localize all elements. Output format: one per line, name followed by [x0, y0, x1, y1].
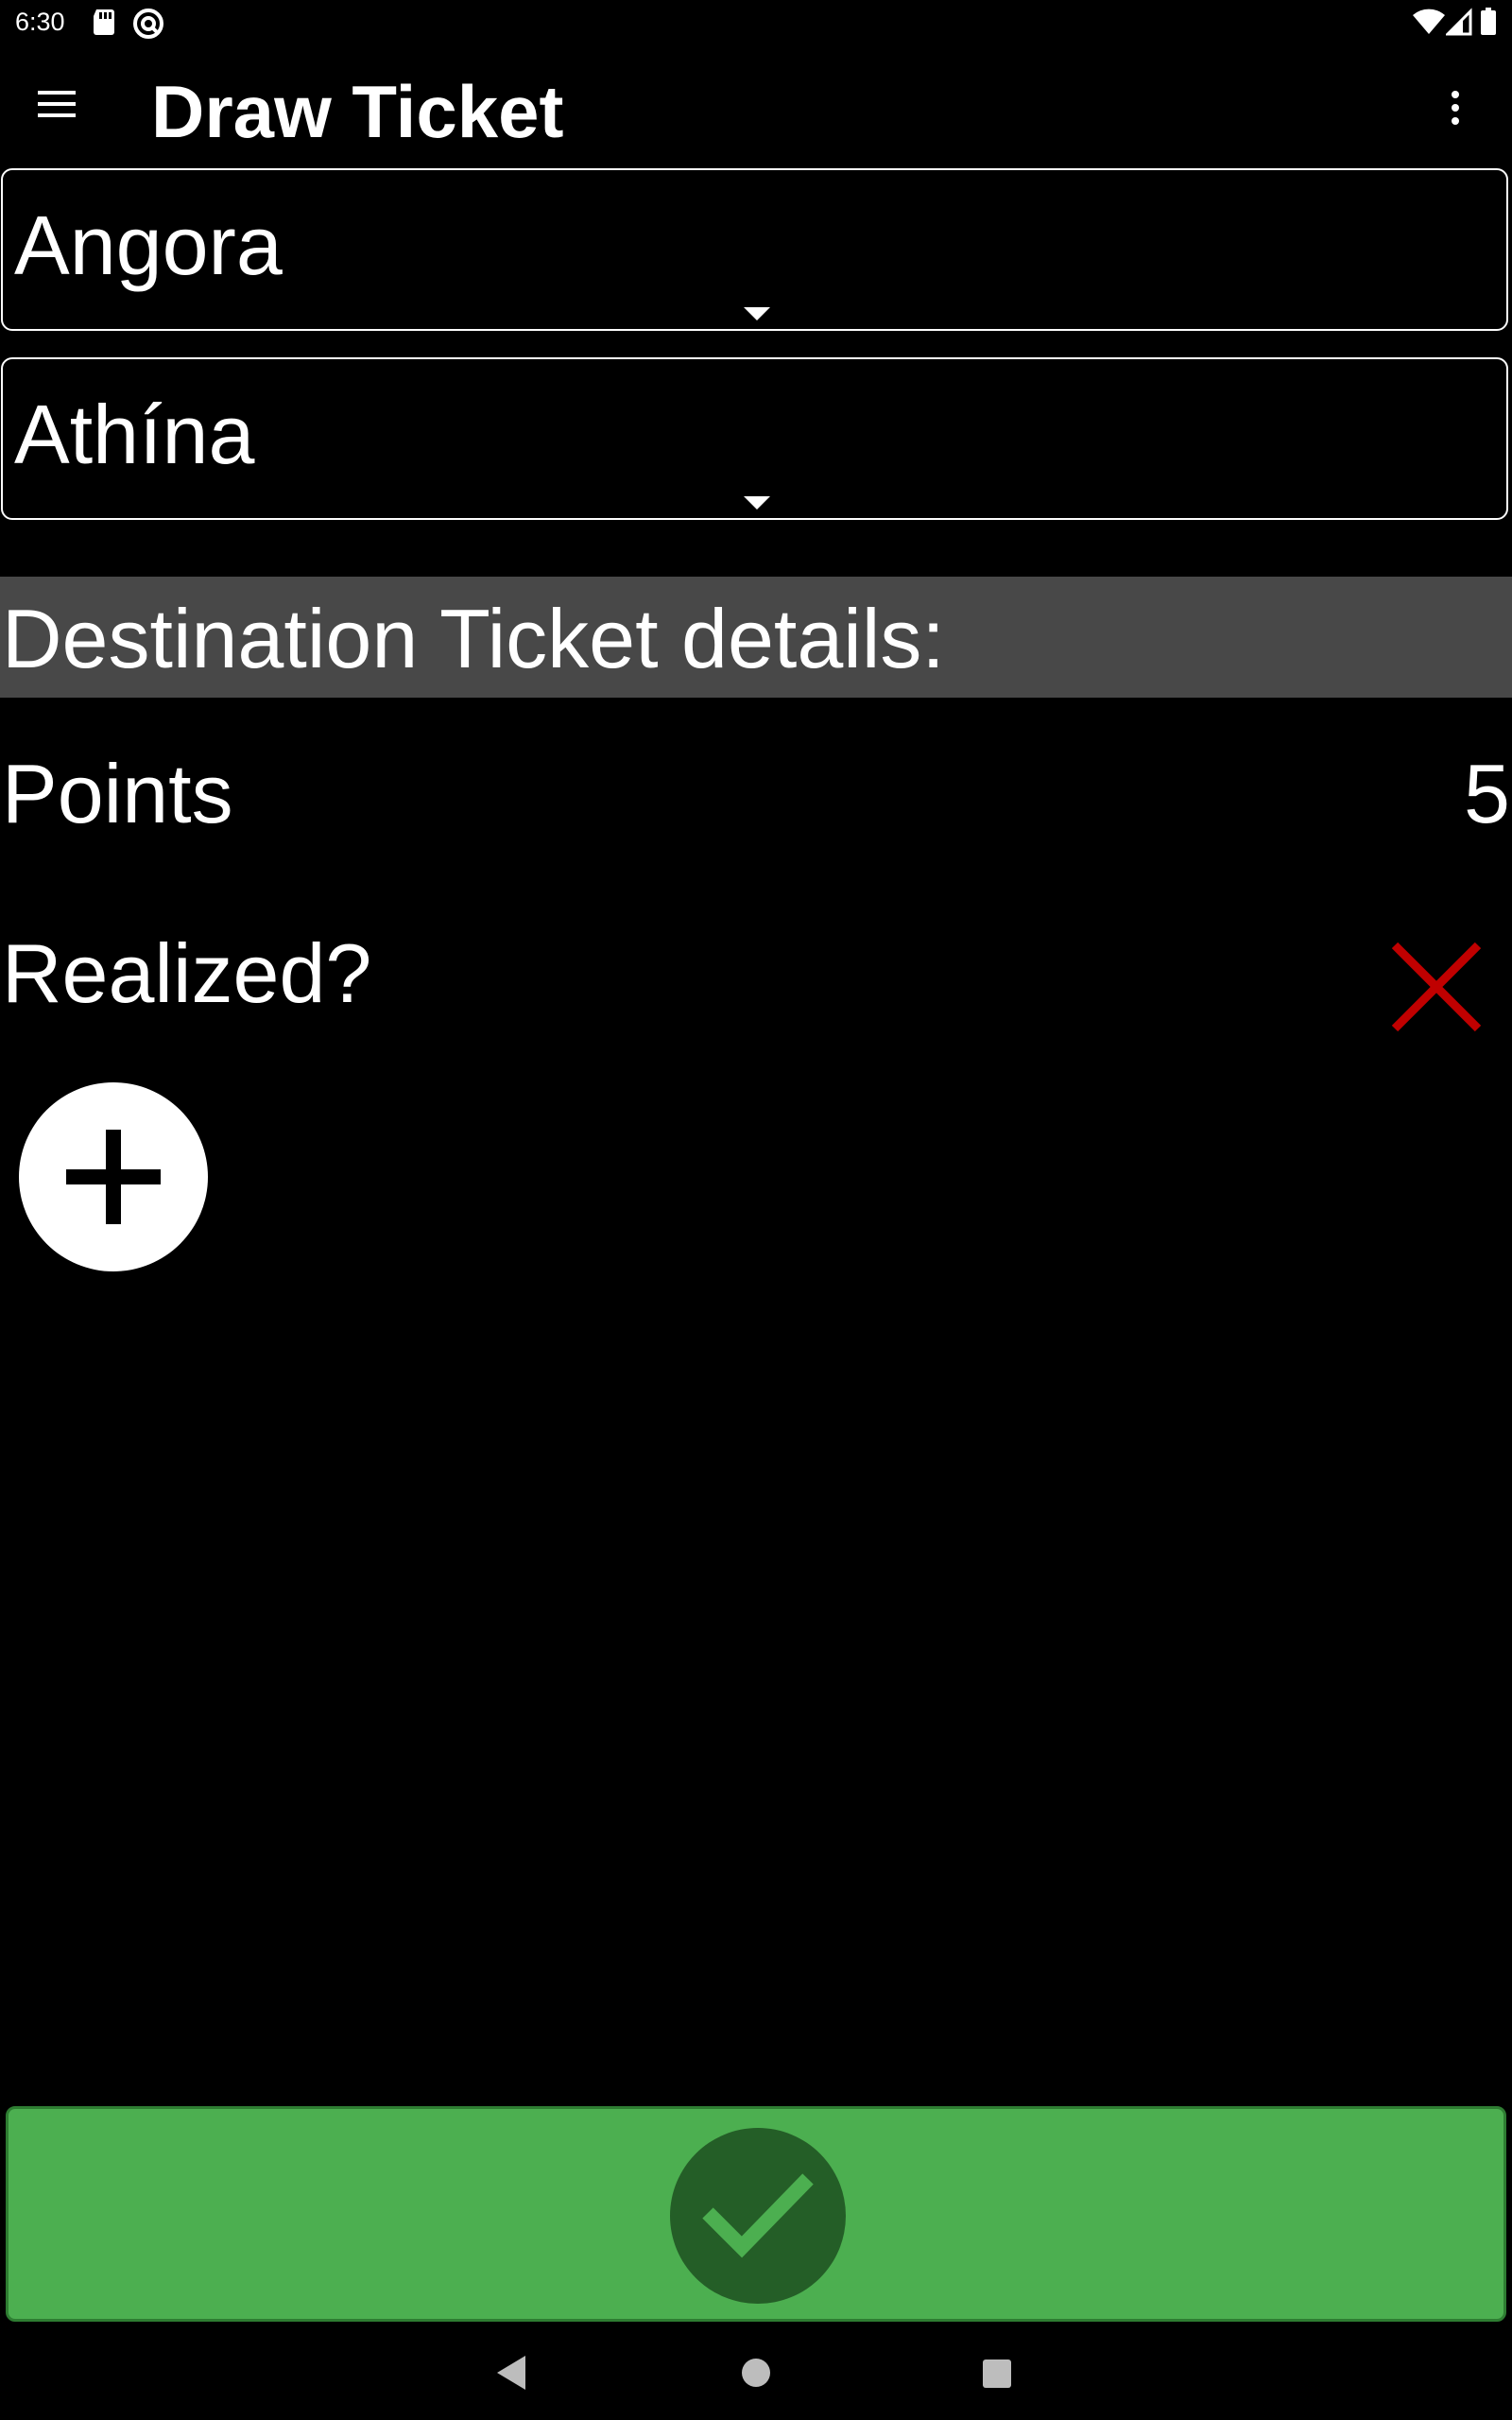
sync-icon [132, 8, 164, 44]
dropdown-arrow-icon [742, 494, 772, 516]
destination-city-spinner[interactable]: Athína [1, 357, 1508, 520]
origin-city-spinner[interactable]: Angora [1, 168, 1508, 331]
section-header: Destination Ticket details: [0, 577, 1512, 698]
confirm-circle [670, 2128, 846, 2304]
status-time: 6:30 [15, 8, 65, 36]
recents-icon [966, 2360, 1026, 2407]
destination-city-value: Athína [14, 388, 255, 481]
hamburger-menu-icon [38, 91, 76, 132]
home-icon [726, 2359, 786, 2407]
app-bar: Draw Ticket [0, 45, 1512, 166]
section-header-text: Destination Ticket details: [2, 592, 945, 685]
origin-city-value: Angora [14, 199, 283, 292]
close-icon [1389, 942, 1484, 1036]
confirm-button[interactable] [6, 2106, 1506, 2322]
page-title: Draw Ticket [151, 70, 564, 153]
wifi-icon [1412, 8, 1446, 41]
realized-label: Realized? [2, 926, 372, 1020]
system-nav-bar [0, 2325, 1512, 2420]
points-label: Points [2, 747, 233, 840]
sd-card-icon [91, 8, 117, 41]
signal-icon [1444, 8, 1472, 41]
overflow-menu-button[interactable] [1433, 78, 1478, 138]
add-button[interactable] [19, 1082, 208, 1271]
points-value: 5 [1464, 747, 1510, 840]
recents-button[interactable] [966, 2342, 1026, 2403]
dropdown-arrow-icon [742, 305, 772, 327]
back-icon [482, 2356, 542, 2407]
back-button[interactable] [482, 2342, 542, 2403]
realized-toggle[interactable] [1389, 942, 1484, 1032]
home-button[interactable] [726, 2342, 786, 2403]
menu-button[interactable] [38, 83, 98, 129]
status-bar: 6:30 [0, 0, 1512, 45]
battery-icon [1480, 8, 1497, 41]
more-vert-icon [1433, 91, 1478, 142]
